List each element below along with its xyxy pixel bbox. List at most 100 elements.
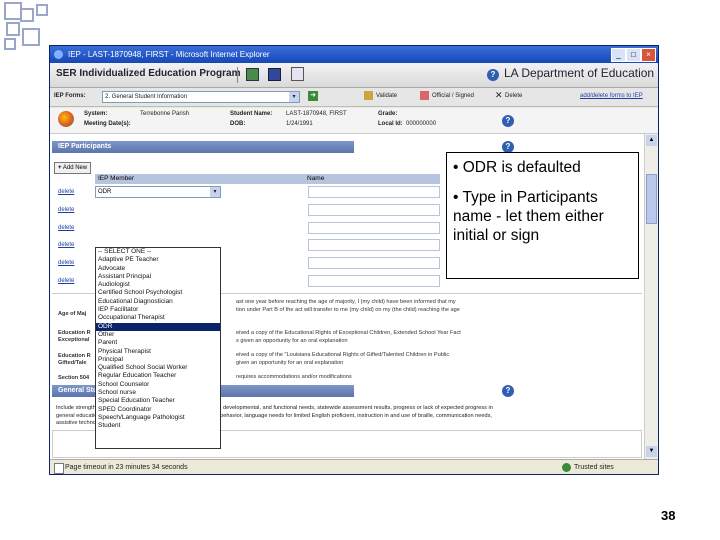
delete-button[interactable]: Delete bbox=[505, 93, 522, 99]
plus-icon: + bbox=[58, 165, 62, 171]
local-id-label: Local Id: bbox=[378, 121, 403, 127]
section-504-label: Section 504 bbox=[58, 375, 90, 381]
scroll-down-arrow[interactable]: ▼ bbox=[646, 446, 657, 457]
dropdown-option[interactable]: Physical Therapist bbox=[96, 348, 220, 356]
system-label: System: bbox=[84, 111, 108, 117]
delete-link[interactable]: delete bbox=[58, 207, 74, 213]
app-banner: SER Individualized Education Program ? L… bbox=[50, 63, 658, 88]
participant-name-input[interactable] bbox=[308, 222, 440, 234]
dropdown-option[interactable]: Speech/Language Pathologist bbox=[96, 414, 220, 422]
participants-header: IEP Participants bbox=[52, 141, 354, 153]
col-name: Name bbox=[307, 175, 325, 182]
delete-link[interactable]: delete bbox=[58, 278, 74, 284]
official-signed-button[interactable]: Official / Signed bbox=[432, 93, 474, 99]
iep-forms-label: IEP Forms: bbox=[54, 93, 86, 99]
dropdown-option[interactable]: Educational Diagnostician bbox=[96, 298, 220, 306]
chevron-down-icon[interactable]: ▾ bbox=[289, 92, 299, 102]
student-info: System: Terrebonne Parish Student Name: … bbox=[50, 108, 658, 134]
dropdown-option[interactable]: School Counselor bbox=[96, 381, 220, 389]
gifted-rights-text: eived a copy of the "Louisiana Education… bbox=[236, 352, 450, 358]
decor-square bbox=[20, 8, 34, 22]
participant-name-input[interactable] bbox=[308, 257, 440, 269]
iep-forms-select-value: 2. General Student Information bbox=[105, 94, 188, 100]
callout-bullet: • Type in Participants name - let them e… bbox=[453, 189, 604, 244]
col-iep-member: IEP Member bbox=[98, 175, 135, 182]
help-icon[interactable]: ? bbox=[502, 115, 514, 127]
student-name-label: Student Name: bbox=[230, 111, 273, 117]
iep-member-select-value: ODR bbox=[98, 189, 112, 195]
add-new-button[interactable]: + Add New bbox=[54, 162, 92, 174]
gifted-label: Gifted/Tale bbox=[58, 360, 87, 366]
chevron-down-icon[interactable]: ▾ bbox=[210, 187, 220, 197]
department-title: LA Department of Education bbox=[504, 66, 655, 80]
participant-name-input[interactable] bbox=[308, 275, 440, 287]
iep-member-select[interactable]: ODR ▾ bbox=[95, 186, 221, 198]
age-majority-text: tion under Part B of the act will transf… bbox=[236, 307, 460, 313]
save-icon[interactable] bbox=[268, 68, 281, 81]
dropdown-option[interactable]: Advocate bbox=[96, 265, 220, 273]
iep-member-dropdown-list[interactable]: -- SELECT ONE -- Adaptive PE Teacher Adv… bbox=[95, 247, 221, 449]
validate-icon bbox=[364, 91, 373, 100]
dropdown-option[interactable]: Qualified School Social Worker bbox=[96, 364, 220, 372]
delete-link[interactable]: delete bbox=[58, 189, 74, 195]
dropdown-option[interactable]: Parent bbox=[96, 339, 220, 347]
dropdown-option[interactable]: Other bbox=[96, 331, 220, 339]
minimize-button[interactable]: _ bbox=[611, 48, 626, 62]
participant-name-input[interactable] bbox=[308, 239, 440, 251]
window-title: IEP - LAST-1870948, FIRST - Microsoft In… bbox=[68, 50, 270, 59]
delete-link[interactable]: delete bbox=[58, 260, 74, 266]
slide-page-number: 38 bbox=[661, 508, 676, 523]
callout-bullet: • ODR is defaulted bbox=[453, 159, 581, 176]
dropdown-option[interactable]: Audiologist bbox=[96, 281, 220, 289]
ie-icon bbox=[54, 50, 63, 59]
page-timeout-text: Page timeout in 23 minutes 34 seconds bbox=[65, 464, 188, 471]
dob-label: DOB: bbox=[230, 121, 246, 127]
help-icon[interactable]: ? bbox=[487, 69, 499, 81]
dropdown-option[interactable]: IEP Facilitator bbox=[96, 306, 220, 314]
add-delete-forms-link[interactable]: add/delete forms to IEP bbox=[580, 93, 643, 99]
dropdown-option[interactable]: -- SELECT ONE -- bbox=[96, 248, 220, 256]
help-icon[interactable]: ? bbox=[502, 385, 514, 397]
delete-link[interactable]: delete bbox=[58, 242, 74, 248]
grade-label: Grade: bbox=[378, 111, 398, 117]
delete-x-icon: ✕ bbox=[495, 90, 503, 100]
annotation-callout: • ODR is defaulted • Type in Participant… bbox=[446, 152, 639, 279]
dropdown-option[interactable]: Certified School Psychologist bbox=[96, 289, 220, 297]
student-name-value: LAST-1870948, FIRST bbox=[286, 111, 347, 117]
decor-square bbox=[22, 28, 40, 46]
dropdown-option[interactable]: School nurse bbox=[96, 389, 220, 397]
participant-name-input[interactable] bbox=[308, 204, 440, 216]
gifted-rights-text: given an opportunity for an oral explana… bbox=[236, 360, 344, 366]
dropdown-option[interactable]: SPED Coordinator bbox=[96, 406, 220, 414]
dropdown-option[interactable]: Student bbox=[96, 422, 220, 430]
dropdown-option[interactable]: Special Education Teacher bbox=[96, 397, 220, 405]
participant-name-input[interactable] bbox=[308, 186, 440, 198]
decor-square bbox=[6, 22, 20, 36]
refresh-icon[interactable] bbox=[246, 68, 259, 81]
add-new-label: Add New bbox=[62, 165, 88, 171]
dropdown-option-selected[interactable]: ODR bbox=[96, 322, 220, 331]
go-arrow-icon[interactable]: ➜ bbox=[308, 91, 318, 101]
dropdown-option[interactable]: Principal bbox=[96, 356, 220, 364]
dropdown-option[interactable]: Assistant Principal bbox=[96, 273, 220, 281]
dropdown-option[interactable]: Adaptive PE Teacher bbox=[96, 256, 220, 264]
scroll-thumb[interactable] bbox=[646, 174, 657, 224]
vertical-scrollbar[interactable]: ▲ ▼ bbox=[644, 134, 658, 459]
validate-button[interactable]: Validate bbox=[376, 93, 397, 99]
decor-square bbox=[4, 38, 16, 50]
iep-forms-select[interactable]: 2. General Student Information ▾ bbox=[102, 91, 300, 103]
close-button[interactable]: × bbox=[641, 48, 656, 62]
participants-col-header: IEP Member Name bbox=[95, 174, 440, 184]
dob-value: 1/24/1991 bbox=[286, 121, 313, 127]
dropdown-option[interactable]: Regular Education Teacher bbox=[96, 372, 220, 380]
checklist-icon[interactable] bbox=[291, 67, 304, 81]
official-icon bbox=[420, 91, 429, 100]
trusted-sites-icon bbox=[562, 463, 571, 472]
dropdown-option[interactable]: Occupational Therapist bbox=[96, 314, 220, 322]
maximize-button[interactable]: □ bbox=[626, 48, 641, 62]
delete-link[interactable]: delete bbox=[58, 225, 74, 231]
scroll-up-arrow[interactable]: ▲ bbox=[646, 135, 657, 146]
status-bar: Page timeout in 23 minutes 34 seconds Tr… bbox=[50, 459, 658, 474]
education-rights-label: Education R bbox=[58, 353, 91, 359]
colorful-logo-icon bbox=[58, 111, 74, 127]
